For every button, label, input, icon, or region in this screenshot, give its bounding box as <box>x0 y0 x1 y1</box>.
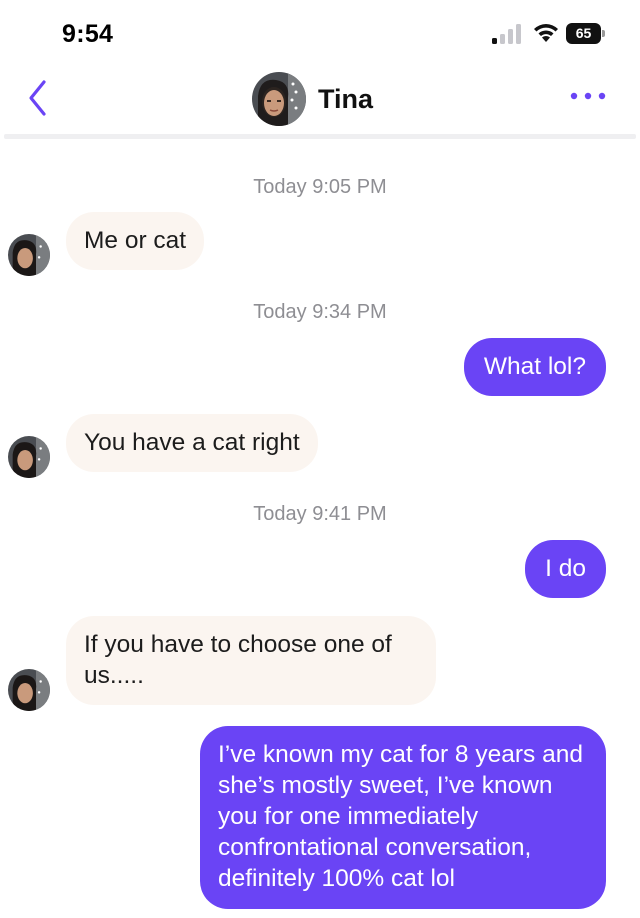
battery-tip <box>602 30 605 37</box>
sender-avatar[interactable] <box>8 436 50 478</box>
chat-header: Tina <box>0 64 640 136</box>
incoming-message[interactable]: If you have to choose one of us..... <box>66 616 436 705</box>
incoming-message[interactable]: Me or cat <box>66 212 205 270</box>
cellular-signal-icon <box>492 24 524 44</box>
ellipsis-icon <box>570 92 606 100</box>
sender-avatar[interactable] <box>8 234 50 276</box>
message-timestamp: Today 9:34 PM <box>253 301 387 323</box>
status-time: 9:54 <box>62 20 114 48</box>
message-timestamp: Today 9:41 PM <box>253 503 387 525</box>
wifi-icon <box>532 21 560 43</box>
status-bar: 9:54 65 <box>0 0 640 64</box>
message-timestamp: Today 9:05 PM <box>253 176 387 198</box>
more-options-button[interactable] <box>566 86 610 106</box>
outgoing-message[interactable]: I do <box>525 540 606 598</box>
contact-name[interactable]: Tina <box>318 84 373 115</box>
battery-level: 65 <box>566 23 601 44</box>
header-divider <box>4 134 636 139</box>
chevron-left-icon <box>29 80 46 116</box>
outgoing-message[interactable]: What lol? <box>463 338 606 396</box>
battery-icon: 65 <box>566 23 606 44</box>
sender-avatar[interactable] <box>8 669 50 711</box>
contact-avatar[interactable] <box>252 72 306 126</box>
incoming-message[interactable]: You have a cat right <box>66 414 318 472</box>
outgoing-message[interactable]: I’ve known my cat for 8 years and she’s … <box>200 726 606 909</box>
back-button[interactable] <box>22 78 56 118</box>
